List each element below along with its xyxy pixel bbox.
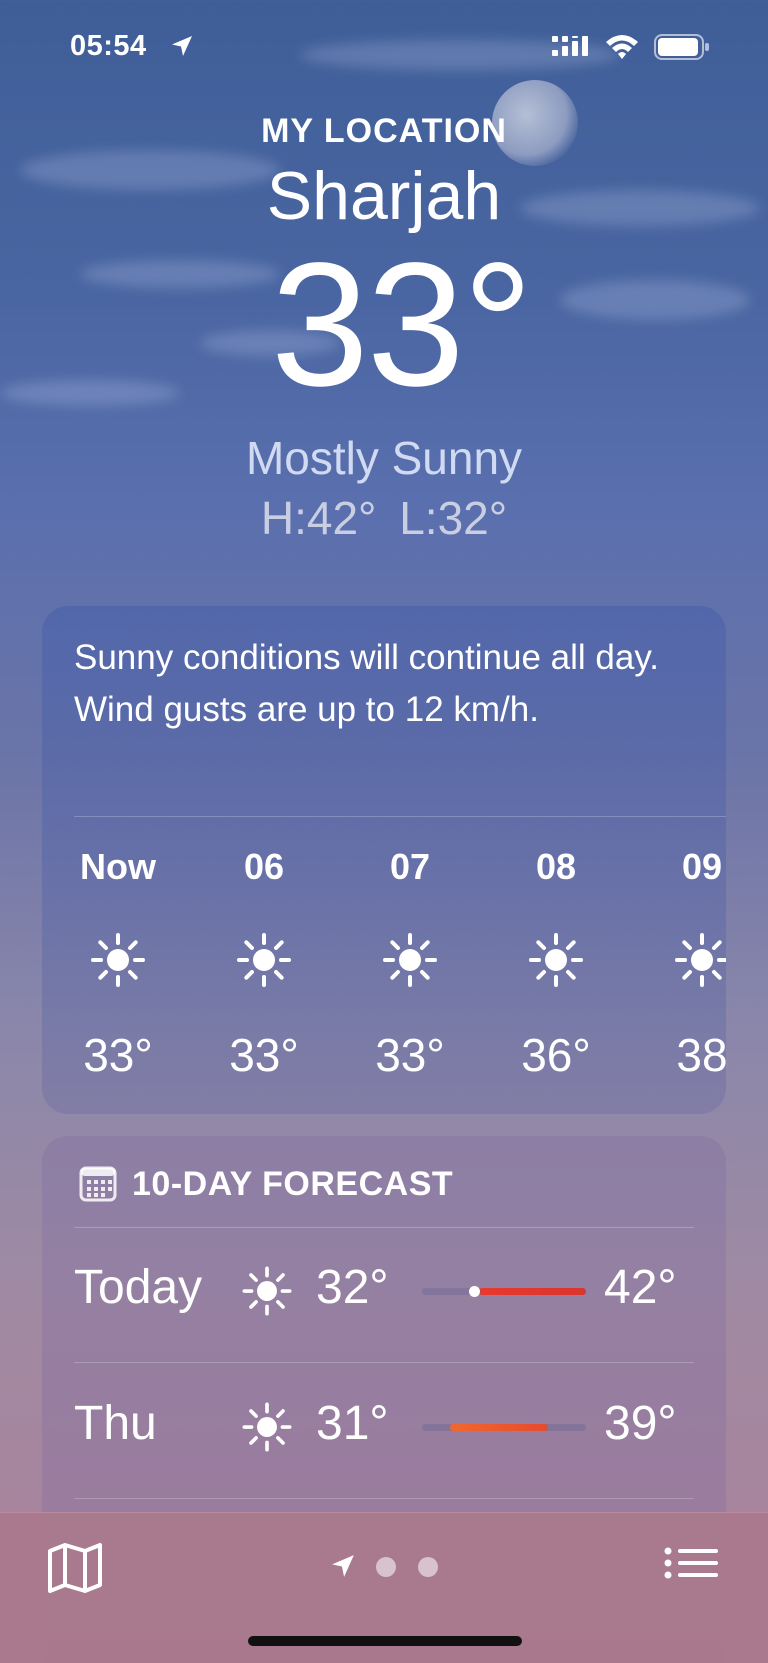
hour-label: 07	[389, 846, 431, 887]
card-divider	[74, 1362, 694, 1363]
forecast-day: Today	[74, 1261, 203, 1314]
hour-label: 09	[681, 846, 723, 887]
sun-icon	[675, 933, 726, 987]
forecast-low: 32°	[316, 1261, 389, 1314]
status-bar: 05:54	[0, 28, 768, 68]
calendar-icon	[79, 1166, 117, 1202]
home-indicator[interactable]	[248, 1636, 522, 1646]
wifi-icon	[606, 35, 638, 59]
cellular-signal-icon	[552, 36, 588, 56]
weather-condition: Mostly Sunny	[245, 432, 523, 485]
forecast-row[interactable]: Today 32° 42°	[42, 1242, 726, 1332]
location-arrow-icon	[172, 36, 192, 56]
range-fill	[449, 1424, 549, 1431]
sun-icon	[242, 1266, 292, 1316]
card-divider	[74, 1227, 694, 1228]
hour-temp: 33°	[229, 1029, 299, 1081]
forecast-low: 31°	[316, 1397, 389, 1450]
hourly-list[interactable]: Now 33° 06 33° 07 33° 08 36° 09 38	[42, 842, 726, 1102]
forecast-high: 42°	[604, 1261, 677, 1314]
sun-icon	[242, 1402, 292, 1452]
current-temp-dot	[469, 1286, 481, 1297]
current-temperature: 33°	[270, 227, 533, 424]
hour-temp: 33°	[83, 1029, 153, 1081]
location-label: MY LOCATION	[261, 112, 507, 150]
page-dot[interactable]	[418, 1557, 438, 1577]
high-low-temperature: H:42° L:32°	[260, 492, 508, 545]
card-divider	[74, 1498, 694, 1499]
sun-icon	[91, 933, 145, 987]
hour-item: Now 33°	[48, 842, 188, 1082]
card-divider	[74, 816, 726, 817]
sun-icon	[529, 933, 583, 987]
sun-icon	[237, 933, 291, 987]
forecast-title: 10-DAY FORECAST	[132, 1164, 454, 1203]
forecast-header: 10-DAY FORECAST	[78, 1164, 453, 1204]
hour-item: 07 33°	[340, 842, 480, 1082]
hour-item: 06 33°	[194, 842, 334, 1082]
location-arrow-icon[interactable]	[330, 1553, 356, 1579]
hour-item: 08 36°	[486, 842, 626, 1082]
hour-temp: 33°	[375, 1029, 445, 1081]
temperature-range-bar	[422, 1286, 586, 1297]
sun-icon	[383, 933, 437, 987]
hour-temp: 36°	[521, 1029, 591, 1081]
range-fill	[479, 1288, 586, 1295]
weather-summary: Sunny conditions will continue all day. …	[74, 638, 659, 729]
battery-icon	[654, 34, 709, 60]
hour-label: 06	[243, 846, 285, 887]
forecast-day: Thu	[74, 1397, 157, 1450]
page-indicator[interactable]	[326, 1553, 446, 1583]
city-name: Sharjah	[266, 158, 502, 234]
hour-temp: 38	[676, 1029, 726, 1081]
forecast-high: 39°	[604, 1397, 677, 1450]
forecast-row[interactable]: Thu 31° 39°	[42, 1378, 726, 1468]
hour-item: 09 38	[632, 842, 726, 1082]
hour-label: 08	[535, 846, 577, 887]
list-icon[interactable]	[664, 1545, 720, 1589]
status-time: 05:54	[70, 30, 147, 62]
weather-header: MY LOCATION Sharjah 33° Mostly Sunny H:4…	[0, 112, 768, 545]
page-dot[interactable]	[376, 1557, 396, 1577]
temperature-range-bar	[422, 1424, 586, 1431]
hour-label: Now	[80, 846, 156, 887]
map-icon[interactable]	[46, 1541, 104, 1595]
hourly-forecast-card[interactable]: Sunny conditions will continue all day. …	[42, 606, 726, 1114]
